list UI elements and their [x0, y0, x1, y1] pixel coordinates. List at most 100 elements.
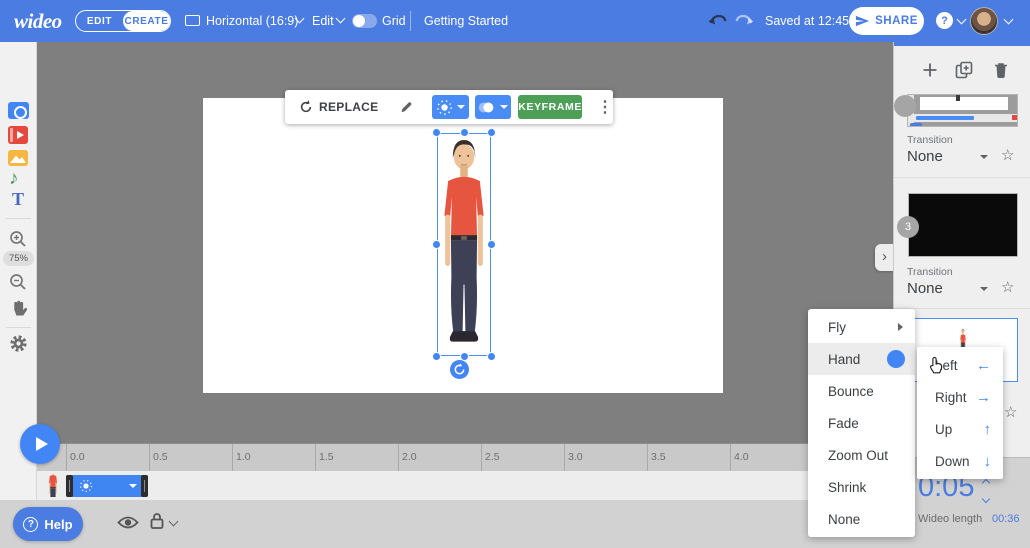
selection-handle-top-right[interactable]: [487, 128, 496, 137]
transition-caret-2-icon[interactable]: [980, 155, 988, 159]
transition-caret-3-icon[interactable]: [980, 287, 988, 291]
photo-objects-icon[interactable]: [8, 102, 29, 119]
settings-gear-icon[interactable]: [9, 334, 28, 353]
visibility-eye-icon[interactable]: [117, 515, 139, 530]
format-dropdown[interactable]: Horizontal (16:9): [206, 14, 298, 28]
transition-value-2[interactable]: None: [907, 148, 943, 165]
track-object-thumbnail[interactable]: [45, 474, 62, 497]
animation-track-clip[interactable]: [66, 475, 148, 497]
menu-item-bounce[interactable]: Bounce: [808, 375, 915, 407]
transition-star-3-icon[interactable]: ☆: [1001, 278, 1014, 296]
edit-menu-chevron-down-icon[interactable]: [336, 14, 346, 24]
top-bar: wideo EDIT CREATE Horizontal (16:9) Edit…: [0, 0, 1030, 42]
mouse-cursor-hand-icon: [928, 356, 944, 376]
panel-divider-2: [894, 308, 1030, 309]
redo-icon[interactable]: [734, 13, 754, 27]
menu-item-fly[interactable]: Fly: [808, 311, 915, 343]
menu-item-zoom-out[interactable]: Zoom Out: [808, 439, 915, 471]
zoom-out-icon[interactable]: [9, 273, 27, 291]
transition-star-2-icon[interactable]: ☆: [1001, 146, 1014, 164]
duration-increase-icon[interactable]: [982, 479, 990, 487]
ruler-tick: 0.0: [70, 451, 85, 463]
help-label: Help: [44, 517, 72, 532]
help-button[interactable]: ? Help: [13, 507, 83, 541]
lock-chevron-down-icon[interactable]: [169, 517, 179, 527]
ruler-tick: 2.0: [402, 451, 417, 463]
exit-animation-button[interactable]: [475, 95, 512, 119]
video-library-icon[interactable]: [8, 126, 28, 144]
right-arrow-icon: →: [976, 389, 991, 406]
rotate-handle[interactable]: [450, 360, 469, 379]
topbar-divider: [410, 11, 411, 31]
clip-left-handle[interactable]: [66, 475, 73, 497]
pan-hand-icon[interactable]: [9, 297, 28, 316]
duration-decrease-icon[interactable]: [982, 495, 990, 503]
selection-handle-top-center[interactable]: [460, 128, 469, 137]
ruler-tick: 4.0: [734, 451, 749, 463]
image-icon[interactable]: [8, 150, 28, 166]
music-icon[interactable]: ♪: [9, 168, 19, 190]
wideo-logo[interactable]: wideo: [14, 9, 62, 34]
add-slide-icon[interactable]: [922, 62, 938, 78]
lock-icon[interactable]: [149, 512, 165, 530]
panel-divider: [894, 177, 1030, 178]
slide-2-badge: [894, 95, 916, 117]
selection-handle-bottom-left[interactable]: [432, 352, 441, 361]
getting-started-link[interactable]: Getting Started: [424, 14, 508, 28]
edit-create-toggle[interactable]: EDIT CREATE: [75, 10, 171, 32]
more-options-kebab-icon[interactable]: ⋮: [597, 97, 613, 117]
transition-star-4-icon[interactable]: ☆: [1004, 403, 1017, 421]
timeline-ruler[interactable]: 0.0 0.5 1.0 1.5 2.0 2.5 3.0 3.5 4.0: [37, 443, 893, 471]
menu-item-shrink[interactable]: Shrink: [808, 471, 915, 503]
selection-handle-bottom-right[interactable]: [487, 352, 496, 361]
clip-animation-icon: [79, 479, 93, 493]
account-chevron-down-icon[interactable]: [1004, 15, 1014, 25]
avatar[interactable]: [970, 7, 998, 35]
timeline-bottom-row: [0, 500, 893, 548]
slide-thumbnail-3[interactable]: [908, 193, 1018, 257]
selection-handle-mid-left[interactable]: [432, 240, 441, 249]
keyframe-button[interactable]: KEYFRAME: [518, 95, 582, 119]
panel-collapse-handle[interactable]: ›: [875, 244, 894, 271]
submenu-item-down[interactable]: Down ↓: [917, 445, 1003, 477]
wideo-length-label: Wideo length: [918, 513, 982, 525]
selection-handle-mid-right[interactable]: [487, 240, 496, 249]
sidebar-divider: [6, 218, 31, 219]
duplicate-slide-icon[interactable]: [955, 61, 973, 79]
edit-mode-button[interactable]: EDIT: [76, 11, 123, 31]
share-button[interactable]: SHARE: [849, 7, 924, 35]
share-label: SHARE: [875, 15, 918, 27]
menu-item-none[interactable]: None: [808, 503, 915, 535]
selection-handle-top-left[interactable]: [432, 128, 441, 137]
create-mode-button[interactable]: CREATE: [123, 11, 170, 31]
selected-character[interactable]: [437, 133, 491, 356]
edit-menu[interactable]: Edit: [312, 14, 334, 28]
ruler-tick: 2.5: [485, 451, 500, 463]
left-arrow-icon: ←: [976, 357, 991, 374]
transition-value-3[interactable]: None: [907, 280, 943, 297]
submenu-item-right[interactable]: Right →: [917, 381, 1003, 413]
zoom-in-icon[interactable]: [9, 230, 27, 248]
panel-accent-strip: [894, 42, 1030, 46]
menu-item-fade[interactable]: Fade: [808, 407, 915, 439]
clip-caret-icon[interactable]: [129, 484, 137, 488]
down-arrow-icon: ↓: [984, 453, 992, 470]
slide-thumbnail-2[interactable]: [907, 94, 1018, 127]
edit-pencil-icon[interactable]: [400, 100, 412, 115]
grid-toggle-knob[interactable]: [353, 15, 365, 27]
replace-button[interactable]: REPLACE: [299, 100, 378, 114]
help-question-icon: ?: [23, 517, 38, 532]
delete-slide-icon[interactable]: [993, 61, 1009, 79]
help-chevron-down-icon[interactable]: [957, 15, 967, 25]
text-tool-icon[interactable]: T: [12, 189, 24, 210]
animation-context-menu: Fly Hand Bounce Fade Zoom Out Shrink Non…: [808, 309, 915, 537]
play-button[interactable]: [20, 424, 60, 464]
zoom-level-badge[interactable]: 75%: [3, 251, 34, 266]
entrance-animation-button[interactable]: [432, 95, 469, 119]
help-menu-icon[interactable]: ?: [936, 12, 953, 29]
clip-right-handle[interactable]: [141, 475, 148, 497]
submenu-item-up[interactable]: Up ↑: [917, 413, 1003, 445]
undo-icon[interactable]: [708, 13, 728, 27]
format-monitor-icon: [185, 15, 200, 26]
slide-3-badge: 3: [897, 216, 919, 238]
